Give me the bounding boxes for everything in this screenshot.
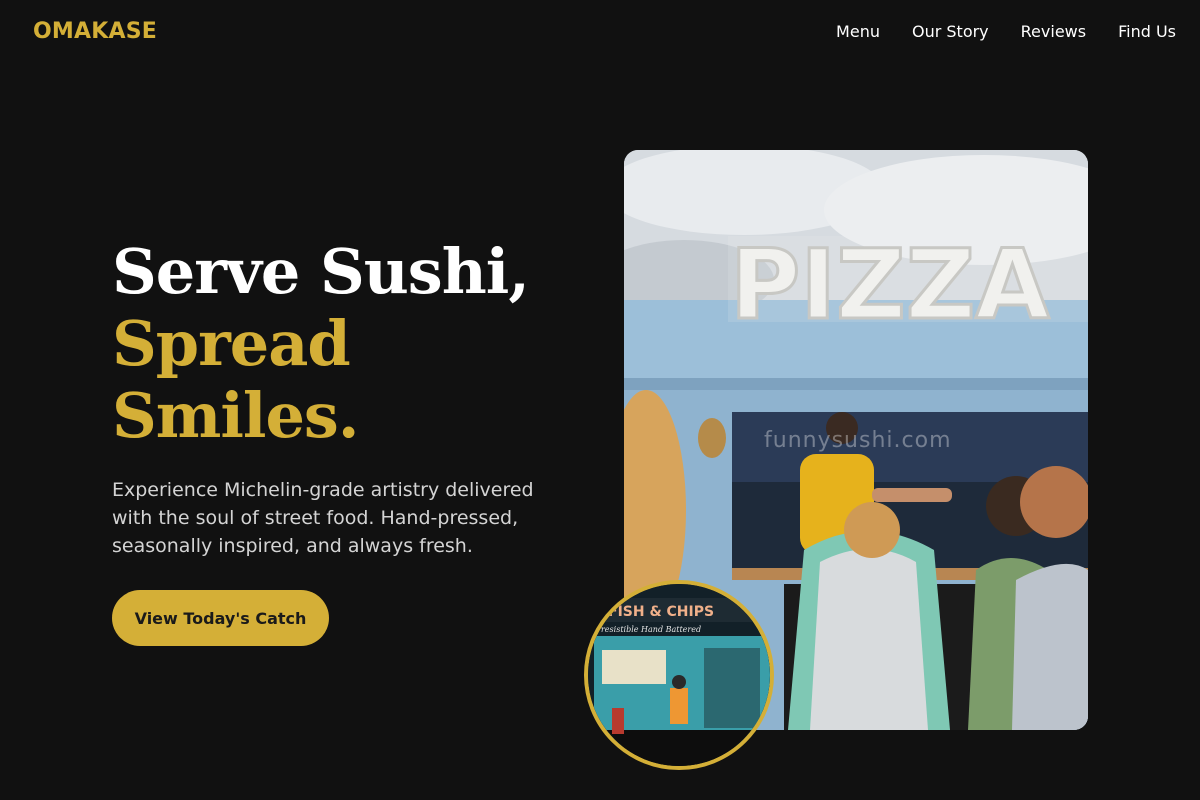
nav-find-us[interactable]: Find Us [1118,22,1176,41]
hero-title: Serve Sushi, Spread Smiles. [112,235,530,452]
inset-subsign-text: Irresistible Hand Battered [593,625,701,634]
truck-sign-text: PIZZA [730,229,1050,341]
hero-description: Experience Michelin-grade artistry deliv… [112,479,534,557]
inset-sign-text: FISH & CHIPS [608,604,714,620]
main-nav: Menu Our Story Reviews Find Us [836,22,1176,41]
hero-title-line-3: Smiles. [112,379,359,452]
inset-photo-fish-and-chips: FISH & CHIPS Irresistible Hand Battered [584,580,774,770]
hero-title-line-1: Serve Sushi, [112,235,530,308]
photo-watermark: funnysushi.com [764,428,952,453]
brand-logo[interactable]: OMAKASE [33,19,157,44]
fish-and-chips-illustration: FISH & CHIPS Irresistible Hand Battered [588,584,770,766]
nav-our-story[interactable]: Our Story [912,22,989,41]
nav-menu[interactable]: Menu [836,22,880,41]
hero-title-line-2: Spread [112,307,351,380]
view-catch-button[interactable]: View Today's Catch [112,590,329,646]
nav-reviews[interactable]: Reviews [1021,22,1086,41]
